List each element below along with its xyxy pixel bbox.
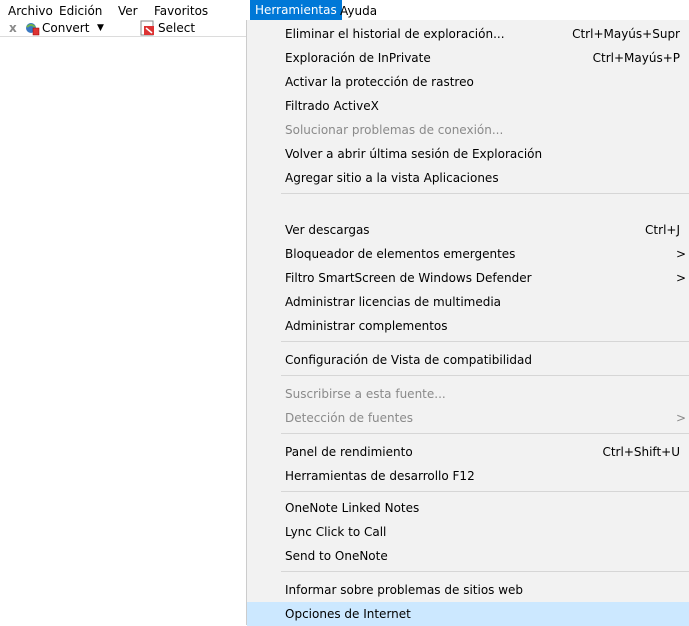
menu-item-label: Administrar complementos <box>285 319 448 333</box>
menu-separator <box>281 433 689 434</box>
menu-item-filtrado-activex[interactable]: Filtrado ActiveX <box>247 94 689 118</box>
menu-item-label: Activar la protección de rastreo <box>285 75 474 89</box>
menu-item-label: Exploración de InPrivate <box>285 51 431 65</box>
menu-item-suscribirse-fuente: Suscribirse a esta fuente... <box>247 382 689 406</box>
menu-item-label: Filtro SmartScreen de Windows Defender <box>285 271 532 285</box>
menu-item-label: Opciones de Internet <box>285 607 411 621</box>
menu-ayuda[interactable]: Ayuda <box>340 2 377 20</box>
menu-item-vista-compatibilidad[interactable]: Configuración de Vista de compatibilidad <box>247 348 689 372</box>
convert-label: Convert <box>42 21 90 35</box>
menu-item-ver-descargas[interactable]: Ver descargas Ctrl+J <box>247 218 689 242</box>
menu-item-label: Eliminar el historial de exploración... <box>285 27 505 41</box>
menu-item-filtro-smartscreen[interactable]: Filtro SmartScreen de Windows Defender > <box>247 266 689 290</box>
convert-button[interactable]: Convert ▼ <box>24 20 104 36</box>
menu-separator <box>281 341 689 342</box>
menu-edicion[interactable]: Edición <box>59 2 102 20</box>
menu-favoritos[interactable]: Favoritos <box>154 2 208 20</box>
close-icon[interactable]: x <box>9 20 17 36</box>
convert-icon <box>26 23 40 36</box>
menu-item-opciones-internet[interactable]: Opciones de Internet <box>247 602 689 626</box>
menu-separator <box>281 491 689 492</box>
submenu-arrow-icon: > <box>675 247 686 261</box>
menu-item-send-to-onenote[interactable]: Send to OneNote <box>247 544 689 568</box>
menu-item-lync-click-to-call[interactable]: Lync Click to Call <box>247 520 689 544</box>
menu-item-licencias-multimedia[interactable]: Administrar licencias de multimedia <box>247 290 689 314</box>
menu-item-shortcut: Ctrl+Shift+U <box>602 445 680 459</box>
menu-separator <box>281 571 689 572</box>
menu-item-shortcut: Ctrl+Mayús+Supr <box>572 27 680 41</box>
menu-item-label: OneNote Linked Notes <box>285 501 420 515</box>
convert-dropdown-arrow-icon[interactable]: ▼ <box>97 20 104 36</box>
menu-item-herramientas-desarrollo[interactable]: Herramientas de desarrollo F12 <box>247 464 689 488</box>
menu-item-solucionar-conexion: Solucionar problemas de conexión... <box>247 118 689 142</box>
menu-item-label: Filtrado ActiveX <box>285 99 379 113</box>
menu-herramientas[interactable]: Herramientas <box>250 0 342 20</box>
menu-item-deteccion-fuentes: Detección de fuentes > <box>247 406 689 430</box>
menu-separator <box>281 193 689 194</box>
menu-item-eliminar-historial[interactable]: Eliminar el historial de exploración... … <box>247 22 689 46</box>
menu-item-label: Ver descargas <box>285 223 370 237</box>
menu-item-label: Send to OneNote <box>285 549 388 563</box>
menu-bar: Archivo Edición Ver Favoritos Herramient… <box>0 0 689 20</box>
submenu-arrow-icon: > <box>675 271 686 285</box>
menu-item-proteccion-rastreo[interactable]: Activar la protección de rastreo <box>247 70 689 94</box>
menu-item-informar-problemas[interactable]: Informar sobre problemas de sitios web <box>247 578 689 602</box>
select-label: Select <box>158 21 196 35</box>
menu-item-shortcut: Ctrl+Mayús+P <box>592 51 680 65</box>
menu-item-label: Solucionar problemas de conexión... <box>285 123 504 137</box>
menu-item-reabrir-sesion[interactable]: Volver a abrir última sesión de Explorac… <box>247 142 689 166</box>
select-button[interactable]: Select <box>140 20 210 36</box>
menu-item-label: Bloqueador de elementos emergentes <box>285 247 516 261</box>
menu-ver[interactable]: Ver <box>118 2 138 20</box>
menu-item-onenote-linked-notes[interactable]: OneNote Linked Notes <box>247 496 689 520</box>
menu-item-agregar-aplicaciones[interactable]: Agregar sitio a la vista Aplicaciones <box>247 166 689 190</box>
menu-item-bloqueador-emergentes[interactable]: Bloqueador de elementos emergentes > <box>247 242 689 266</box>
menu-item-label: Volver a abrir última sesión de Explorac… <box>285 147 543 161</box>
menu-item-inprivate[interactable]: Exploración de InPrivate Ctrl+Mayús+P <box>247 46 689 70</box>
command-bar: x Convert ▼ Select <box>0 20 246 37</box>
menu-item-label: Configuración de Vista de compatibilidad <box>285 353 532 367</box>
menu-item-label: Informar sobre problemas de sitios web <box>285 583 524 597</box>
select-icon <box>140 20 154 36</box>
menu-item-label: Agregar sitio a la vista Aplicaciones <box>285 171 499 185</box>
menu-item-label: Lync Click to Call <box>285 525 387 539</box>
menu-archivo[interactable]: Archivo <box>8 2 53 20</box>
herramientas-dropdown-menu: Eliminar el historial de exploración... … <box>246 20 689 626</box>
menu-item-label: Panel de rendimiento <box>285 445 413 459</box>
menu-item-administrar-complementos[interactable]: Administrar complementos <box>247 314 689 338</box>
menu-item-panel-rendimiento[interactable]: Panel de rendimiento Ctrl+Shift+U <box>247 440 689 464</box>
menu-item-label: Herramientas de desarrollo F12 <box>285 469 475 483</box>
menu-separator <box>281 375 689 376</box>
menu-item-label: Suscribirse a esta fuente... <box>285 387 446 401</box>
menu-item-label: Detección de fuentes <box>285 411 413 425</box>
menu-item-label: Administrar licencias de multimedia <box>285 295 502 309</box>
submenu-arrow-icon: > <box>675 411 686 425</box>
menu-item-shortcut: Ctrl+J <box>645 223 680 237</box>
